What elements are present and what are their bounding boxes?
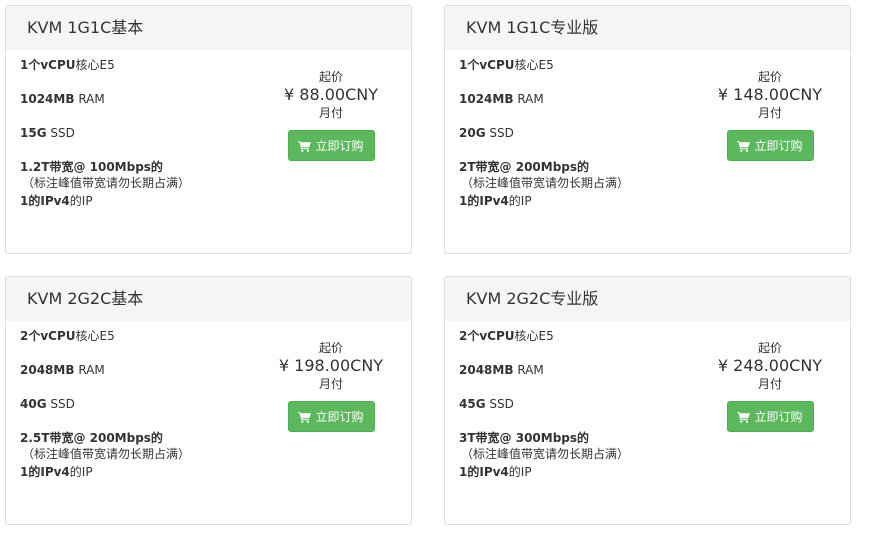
feature-disk: 40G SSD — [20, 397, 75, 411]
plan-features: 1个vCPU核心E5 1024MB RAM 15G SSD 1.2T带宽@ 10… — [20, 57, 190, 227]
plan-card-kvm-2g2c-basic: KVM 2G2C基本 2个vCPU核心E5 2048MB RAM 40G SSD… — [5, 276, 412, 525]
price-amount: ¥ 88.00CNY — [284, 85, 378, 104]
price-prefix: 起价 — [318, 70, 343, 84]
feature-ram: 2048MB RAM — [459, 363, 544, 377]
bandwidth-note: （标注峰值带宽请勿长期占满） — [22, 176, 191, 190]
feature-ip: 1的IPv4的IP — [459, 194, 532, 208]
pricing: 起价 ¥ 198.00CNY 月付 立即订购 — [266, 340, 396, 432]
feature-bandwidth: 3T带宽@ 300Mbps的 （标注峰值带宽请勿长期占满） — [459, 431, 630, 461]
bandwidth-note: （标注峰值带宽请勿长期占满） — [461, 176, 630, 190]
plan-card-kvm-2g2c-pro: KVM 2G2C专业版 2个vCPU核心E5 2048MB RAM 45G SS… — [444, 276, 851, 525]
order-button-label: 立即订购 — [315, 410, 364, 424]
pricing: 起价 ¥ 148.00CNY 月付 立即订购 — [705, 69, 835, 161]
feature-bandwidth: 1.2T带宽@ 100Mbps的 （标注峰值带宽请勿长期占满） — [20, 160, 191, 190]
feature-cpu: 1个vCPU核心E5 — [459, 58, 554, 72]
price-amount: ¥ 198.00CNY — [278, 356, 384, 375]
billing-cycle: 月付 — [757, 106, 782, 120]
feature-ip: 1的IPv4的IP — [459, 465, 532, 479]
plan-card-kvm-1g1c-pro: KVM 1G1C专业版 1个vCPU核心E5 1024MB RAM 20G SS… — [444, 5, 851, 254]
price-amount: ¥ 148.00CNY — [717, 85, 823, 104]
plan-title: KVM 1G1C基本 — [6, 6, 411, 50]
pricing: 起价 ¥ 88.00CNY 月付 立即订购 — [266, 69, 396, 161]
plan-card-kvm-1g1c-basic: KVM 1G1C基本 1个vCPU核心E5 1024MB RAM 15G SSD… — [5, 5, 412, 254]
feature-bandwidth: 2T带宽@ 200Mbps的 （标注峰值带宽请勿长期占满） — [459, 160, 630, 190]
feature-disk: 45G SSD — [459, 397, 514, 411]
plan-title: KVM 1G1C专业版 — [445, 6, 850, 50]
pricing: 起价 ¥ 248.00CNY 月付 立即订购 — [705, 340, 835, 432]
order-button-label: 立即订购 — [754, 410, 803, 424]
plan-features: 2个vCPU核心E5 2048MB RAM 45G SSD 3T带宽@ 300M… — [459, 328, 629, 498]
order-now-button[interactable]: 立即订购 — [287, 130, 375, 161]
order-button-label: 立即订购 — [754, 139, 803, 153]
shopping-cart-icon — [298, 411, 312, 423]
feature-ip: 1的IPv4的IP — [20, 194, 93, 208]
price-prefix: 起价 — [757, 341, 782, 355]
feature-bandwidth: 2.5T带宽@ 200Mbps的 （标注峰值带宽请勿长期占满） — [20, 431, 191, 461]
bandwidth-note: （标注峰值带宽请勿长期占满） — [461, 447, 630, 461]
plan-title: KVM 2G2C基本 — [6, 277, 411, 321]
price-amount: ¥ 248.00CNY — [717, 356, 823, 375]
order-button-label: 立即订购 — [315, 139, 364, 153]
feature-ram: 1024MB RAM — [20, 92, 105, 106]
plan-features: 2个vCPU核心E5 2048MB RAM 40G SSD 2.5T带宽@ 20… — [20, 328, 190, 498]
shopping-cart-icon — [737, 411, 751, 423]
feature-disk: 20G SSD — [459, 126, 514, 140]
plan-features: 1个vCPU核心E5 1024MB RAM 20G SSD 2T带宽@ 200M… — [459, 57, 629, 227]
order-now-button[interactable]: 立即订购 — [287, 401, 375, 432]
billing-cycle: 月付 — [757, 377, 782, 391]
feature-disk: 15G SSD — [20, 126, 75, 140]
billing-cycle: 月付 — [318, 106, 343, 120]
price-prefix: 起价 — [757, 70, 782, 84]
feature-ram: 2048MB RAM — [20, 363, 105, 377]
shopping-cart-icon — [737, 140, 751, 152]
order-now-button[interactable]: 立即订购 — [726, 401, 814, 432]
feature-ip: 1的IPv4的IP — [20, 465, 93, 479]
billing-cycle: 月付 — [318, 377, 343, 391]
order-now-button[interactable]: 立即订购 — [726, 130, 814, 161]
plan-title: KVM 2G2C专业版 — [445, 277, 850, 321]
feature-ram: 1024MB RAM — [459, 92, 544, 106]
shopping-cart-icon — [298, 140, 312, 152]
feature-cpu: 2个vCPU核心E5 — [20, 329, 115, 343]
price-prefix: 起价 — [318, 341, 343, 355]
feature-cpu: 1个vCPU核心E5 — [20, 58, 115, 72]
bandwidth-note: （标注峰值带宽请勿长期占满） — [22, 447, 191, 461]
feature-cpu: 2个vCPU核心E5 — [459, 329, 554, 343]
